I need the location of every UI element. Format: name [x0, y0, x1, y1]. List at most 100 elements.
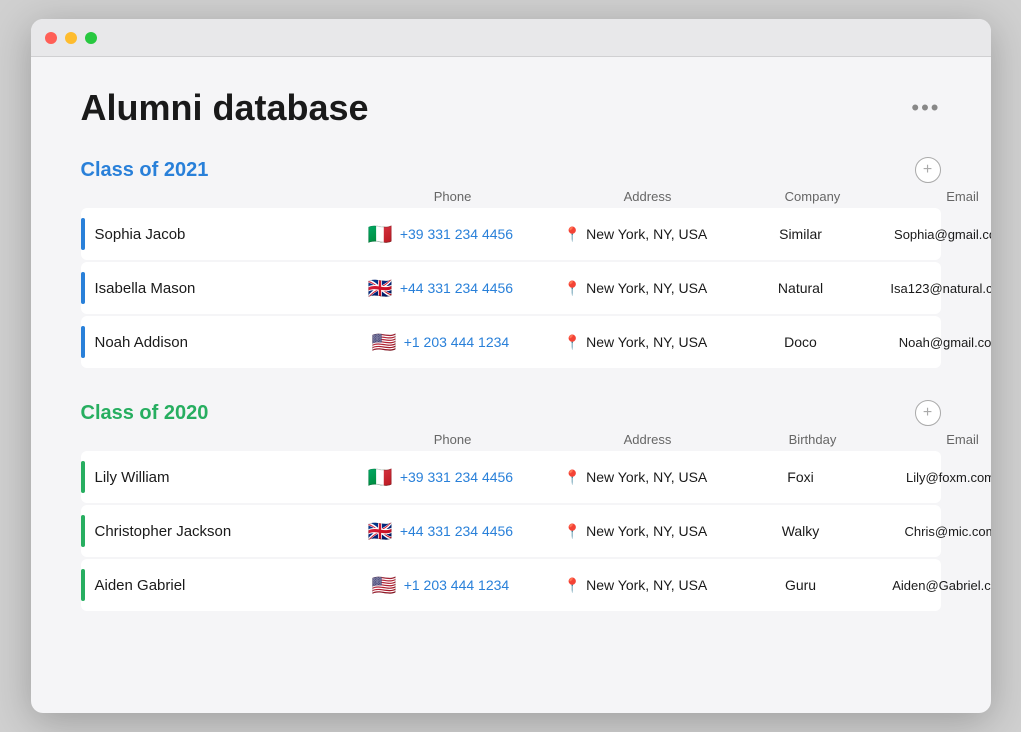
- address-text: New York, NY, USA: [586, 577, 707, 593]
- row-accent-bar: [81, 515, 85, 547]
- name-cell: Noah Addison: [81, 326, 351, 358]
- birthday-cell: Foxi: [741, 469, 861, 485]
- email-cell: Noah@gmail.com: [861, 335, 991, 350]
- col-header-class2020-3: Birthday: [753, 432, 873, 447]
- minimize-button[interactable]: [65, 32, 77, 44]
- section-header-class2020: Class of 2020 +: [81, 400, 941, 426]
- table-rows-class2020: Lily William 🇮🇹 +39 331 234 4456 📍 New York,…: [81, 451, 941, 611]
- phone-number[interactable]: +44 331 234 4456: [400, 523, 513, 539]
- email-cell: Lily@foxm.com: [861, 470, 991, 485]
- country-flag-icon: 🇮🇹: [368, 465, 393, 490]
- col-header-class2021-0: [93, 189, 363, 204]
- location-pin-icon: 📍: [564, 523, 581, 540]
- row-accent-bar: [81, 569, 85, 601]
- country-flag-icon: 🇺🇸: [372, 573, 397, 598]
- person-name: Aiden Gabriel: [95, 577, 186, 594]
- add-row-button-class2020[interactable]: +: [915, 400, 941, 426]
- location-pin-icon: 📍: [564, 469, 581, 486]
- table-rows-class2021: Sophia Jacob 🇮🇹 +39 331 234 4456 📍 New York,…: [81, 208, 941, 368]
- email-cell: Sophia@gmail.com: [861, 227, 991, 242]
- phone-number[interactable]: +1 203 444 1234: [404, 334, 510, 350]
- phone-number[interactable]: +39 331 234 4456: [400, 226, 513, 242]
- col-header-class2021-1: Phone: [363, 189, 543, 204]
- birthday-cell: Guru: [741, 577, 861, 593]
- table-row: Noah Addison 🇺🇸 +1 203 444 1234 📍 New York, …: [81, 316, 941, 368]
- table-row: Christopher Jackson 🇬🇧+44 331 234 4456 📍 Ne…: [81, 505, 941, 557]
- address-cell: 📍 New York, NY, USA: [531, 334, 741, 351]
- table-row: Isabella Mason 🇬🇧 +44 331 234 4456 📍 New Yor…: [81, 262, 941, 314]
- section-header-class2021: Class of 2021 +: [81, 157, 941, 183]
- address-text: New York, NY, USA: [586, 226, 707, 242]
- email-cell: Aiden@Gabriel.com: [861, 578, 991, 593]
- add-row-button-class2021[interactable]: +: [915, 157, 941, 183]
- phone-cell: 🇺🇸 +1 203 444 1234: [351, 330, 531, 355]
- address-cell: 📍 New York, NY, USA: [531, 280, 741, 297]
- phone-cell: 🇮🇹 +39 331 234 4456: [351, 465, 531, 490]
- col-headers-class2020: PhoneAddressBirthdayEmail: [81, 432, 941, 451]
- address-cell: 📍 New York, NY, USA: [531, 523, 741, 540]
- email-cell: Chris@mic.com: [861, 524, 991, 539]
- location-pin-icon: 📍: [564, 334, 581, 351]
- name-cell: Christopher Jackson: [81, 515, 351, 547]
- page-title: Alumni database: [81, 87, 369, 129]
- maximize-button[interactable]: [85, 32, 97, 44]
- company-cell: Similar: [741, 226, 861, 242]
- address-text: New York, NY, USA: [586, 469, 707, 485]
- col-header-class2020-4: Email: [873, 432, 991, 447]
- table-row: Lily William 🇮🇹 +39 331 234 4456 📍 New York,…: [81, 451, 941, 503]
- country-flag-icon: 🇺🇸: [372, 330, 397, 355]
- sections-container: Class of 2021+PhoneAddressCompanyEmailSo…: [81, 157, 941, 611]
- row-accent-bar: [81, 218, 85, 250]
- person-name: Noah Addison: [95, 334, 188, 351]
- section-title-class2021: Class of 2021: [81, 159, 209, 182]
- phone-cell: 🇺🇸 +1 203 444 1234: [351, 573, 531, 598]
- address-text: New York, NY, USA: [586, 523, 707, 539]
- birthday-cell: Walky: [741, 523, 861, 539]
- address-cell: 📍 New York, NY, USA: [531, 226, 741, 243]
- row-accent-bar: [81, 272, 85, 304]
- address-cell: 📍 New York, NY, USA: [531, 469, 741, 486]
- name-cell: Lily William: [81, 461, 351, 493]
- phone-cell: 🇬🇧 +44 331 234 4456: [351, 276, 531, 301]
- col-header-class2021-4: Email: [873, 189, 991, 204]
- country-flag-icon: 🇬🇧: [368, 276, 393, 301]
- close-button[interactable]: [45, 32, 57, 44]
- col-header-class2021-3: Company: [753, 189, 873, 204]
- address-text: New York, NY, USA: [586, 334, 707, 350]
- row-accent-bar: [81, 461, 85, 493]
- col-header-class2020-2: Address: [543, 432, 753, 447]
- phone-number[interactable]: +39 331 234 4456: [400, 469, 513, 485]
- person-name: Lily William: [95, 469, 170, 486]
- main-content: Alumni database ••• Class of 2021+PhoneA…: [31, 57, 991, 673]
- location-pin-icon: 📍: [564, 577, 581, 594]
- page-header: Alumni database •••: [81, 87, 941, 129]
- col-header-class2021-2: Address: [543, 189, 753, 204]
- phone-number[interactable]: +44 331 234 4456: [400, 280, 513, 296]
- name-cell: Isabella Mason: [81, 272, 351, 304]
- titlebar: [31, 19, 991, 57]
- app-window: Alumni database ••• Class of 2021+PhoneA…: [31, 19, 991, 713]
- company-cell: Natural: [741, 280, 861, 296]
- email-cell: Isa123@natural.com: [861, 281, 991, 296]
- section-title-class2020: Class of 2020: [81, 402, 209, 425]
- section-class2020: Class of 2020 + PhoneAddressBirthdayEmail L…: [81, 400, 941, 611]
- person-name: Christopher Jackson: [95, 523, 232, 540]
- person-name: Sophia Jacob: [95, 226, 186, 243]
- location-pin-icon: 📍: [564, 280, 581, 297]
- col-headers-class2021: PhoneAddressCompanyEmail: [81, 189, 941, 208]
- row-accent-bar: [81, 326, 85, 358]
- name-cell: Aiden Gabriel: [81, 569, 351, 601]
- section-class2021: Class of 2021+PhoneAddressCompanyEmailSo…: [81, 157, 941, 368]
- address-text: New York, NY, USA: [586, 280, 707, 296]
- phone-number[interactable]: +1 203 444 1234: [404, 577, 510, 593]
- location-pin-icon: 📍: [564, 226, 581, 243]
- more-options-button[interactable]: •••: [911, 95, 940, 121]
- company-cell: Doco: [741, 334, 861, 350]
- col-header-class2020-1: Phone: [363, 432, 543, 447]
- person-name: Isabella Mason: [95, 280, 196, 297]
- col-header-class2020-0: [93, 432, 363, 447]
- phone-cell: 🇬🇧+44 331 234 4456: [351, 519, 531, 544]
- country-flag-icon: 🇮🇹: [368, 222, 393, 247]
- address-cell: 📍 New York, NY, USA: [531, 577, 741, 594]
- name-cell: Sophia Jacob: [81, 218, 351, 250]
